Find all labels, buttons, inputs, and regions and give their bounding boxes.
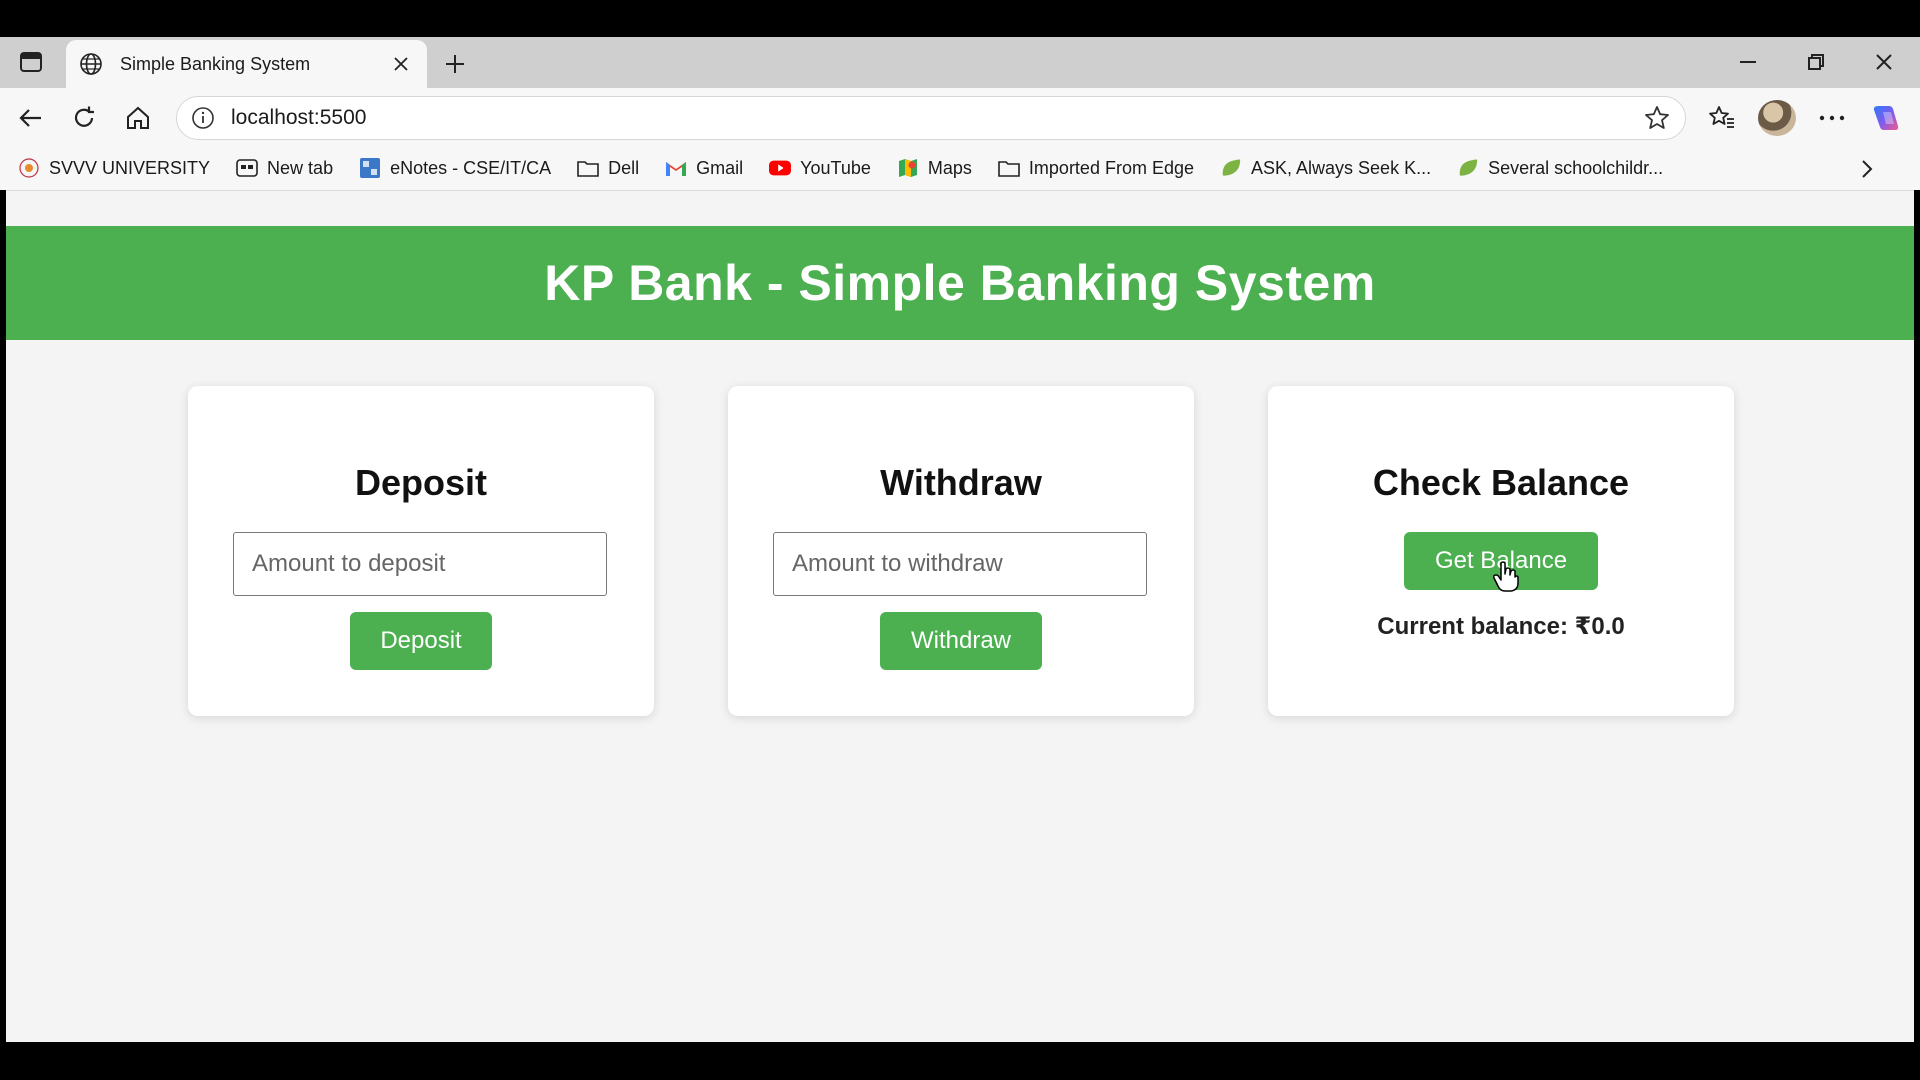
current-balance-text: Current balance: ₹0.0	[1377, 613, 1625, 640]
screen-top-bar	[0, 0, 1920, 37]
bookmark-svvv-university[interactable]: SVVV UNIVERSITY	[18, 157, 210, 179]
bookmark-several-schoolchildren[interactable]: Several schoolchildr...	[1457, 157, 1663, 179]
screen-bottom-bar	[0, 1042, 1920, 1080]
home-button[interactable]	[118, 98, 158, 138]
deposit-card: Deposit Deposit	[188, 386, 654, 716]
refresh-icon	[74, 106, 94, 127]
deposit-button[interactable]: Deposit	[350, 612, 492, 670]
withdraw-card: Withdraw Withdraw	[728, 386, 1194, 716]
chevron-right-icon	[1862, 160, 1873, 178]
bookmark-dell[interactable]: Dell	[577, 157, 639, 179]
refresh-button[interactable]	[64, 98, 104, 138]
globe-icon	[78, 51, 104, 77]
check-balance-heading: Check Balance	[1372, 462, 1630, 503]
tab-actions-button[interactable]	[10, 46, 52, 78]
more-dots-icon	[1819, 115, 1845, 121]
profile-avatar[interactable]	[1758, 100, 1796, 136]
favorites-button[interactable]	[1702, 98, 1742, 138]
leaf-icon	[1220, 157, 1242, 179]
bookmark-enotes[interactable]: eNotes - CSE/IT/CA	[359, 157, 551, 179]
check-balance-card: Check Balance Get Balance Current balanc…	[1268, 386, 1734, 716]
plus-icon	[446, 55, 464, 73]
bookmark-ask-always-seek[interactable]: ASK, Always Seek K...	[1220, 157, 1431, 179]
deposit-amount-input[interactable]	[233, 532, 607, 596]
favorites-icon	[1709, 106, 1734, 128]
newtab-icon	[236, 157, 258, 179]
restore-button[interactable]	[1790, 44, 1842, 80]
restore-icon	[1808, 54, 1824, 70]
bookmark-imported-from-edge[interactable]: Imported From Edge	[998, 157, 1194, 179]
maps-icon	[897, 157, 919, 179]
back-button[interactable]	[10, 98, 50, 138]
withdraw-heading: Withdraw	[880, 462, 1042, 503]
gmail-icon	[665, 157, 687, 179]
site-info-icon[interactable]	[189, 104, 217, 132]
site-header: KP Bank - Simple Banking System	[6, 226, 1914, 340]
close-tab-icon[interactable]	[387, 50, 415, 78]
enotes-icon	[359, 157, 381, 179]
tab-actions-icon	[20, 52, 42, 72]
folder-icon	[577, 157, 599, 179]
copilot-button[interactable]	[1866, 98, 1906, 138]
favorite-star-icon[interactable]	[1641, 102, 1673, 134]
home-icon	[127, 106, 149, 129]
address-bar[interactable]	[176, 96, 1686, 140]
settings-more-button[interactable]	[1812, 98, 1852, 138]
bookmarks-bar: SVVV UNIVERSITY New tab eNotes - CSE/IT/…	[0, 146, 1920, 190]
withdraw-button[interactable]: Withdraw	[880, 612, 1042, 670]
copilot-icon	[1873, 106, 1899, 130]
tab-title: Simple Banking System	[120, 53, 311, 74]
page-viewport: KP Bank - Simple Banking System Deposit …	[6, 190, 1914, 1042]
bookmarks-more-button[interactable]	[1850, 152, 1884, 186]
bookmark-maps[interactable]: Maps	[897, 157, 972, 179]
minimize-button[interactable]	[1722, 44, 1774, 80]
close-window-button[interactable]	[1858, 44, 1910, 80]
back-arrow-icon	[19, 109, 41, 127]
bookmark-youtube[interactable]: YouTube	[769, 157, 871, 179]
hand-cursor-icon	[1493, 561, 1519, 592]
page-title: KP Bank - Simple Banking System	[544, 255, 1376, 311]
bookmark-gmail[interactable]: Gmail	[665, 157, 743, 179]
university-icon	[18, 157, 40, 179]
url-input[interactable]	[231, 106, 1641, 130]
folder-icon	[998, 157, 1020, 179]
new-tab-button[interactable]	[437, 46, 473, 82]
bookmark-new-tab[interactable]: New tab	[236, 157, 333, 179]
youtube-icon	[769, 157, 792, 179]
withdraw-amount-input[interactable]	[773, 532, 1147, 596]
deposit-heading: Deposit	[354, 462, 487, 503]
minimize-icon	[1740, 61, 1756, 63]
tab-simple-banking-system[interactable]: Simple Banking System	[66, 40, 427, 88]
close-icon	[1876, 54, 1892, 70]
leaf-icon	[1457, 157, 1479, 179]
